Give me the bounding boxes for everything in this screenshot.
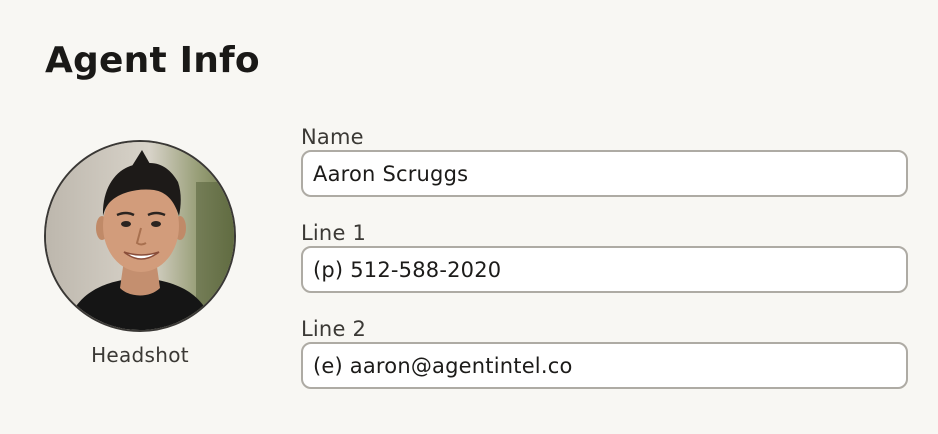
- headshot-photo-icon: [46, 142, 234, 330]
- line2-field-group: Line 2: [301, 316, 908, 389]
- name-field-group: Name: [301, 124, 908, 197]
- headshot-section: Headshot: [44, 140, 236, 367]
- headshot-avatar[interactable]: [44, 140, 236, 332]
- line2-label: Line 2: [301, 317, 366, 341]
- headshot-label: Headshot: [91, 343, 189, 367]
- line1-input[interactable]: [301, 246, 908, 293]
- line2-input[interactable]: [301, 342, 908, 389]
- line1-label: Line 1: [301, 221, 366, 245]
- name-input[interactable]: [301, 150, 908, 197]
- name-label: Name: [301, 125, 364, 149]
- line1-field-group: Line 1: [301, 220, 908, 293]
- page-title: Agent Info: [45, 40, 260, 81]
